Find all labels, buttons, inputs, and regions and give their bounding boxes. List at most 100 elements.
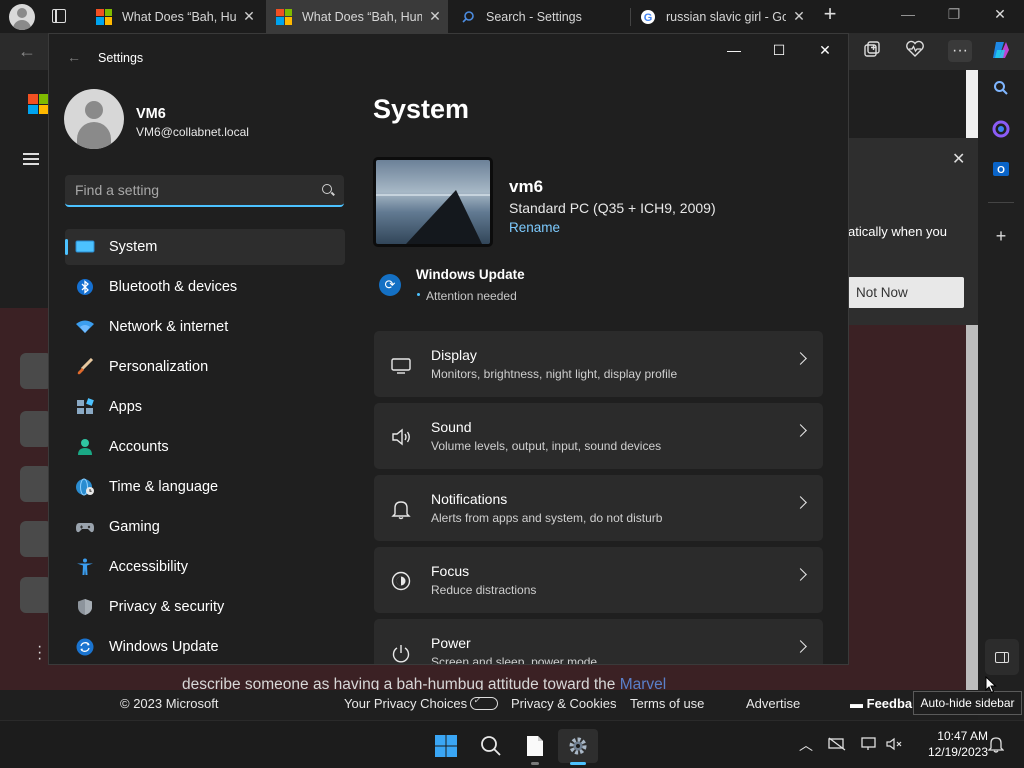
minimize-button[interactable]: —: [888, 6, 928, 22]
nav-item-apps[interactable]: Apps: [65, 389, 345, 425]
svg-text:O: O: [997, 165, 1005, 176]
mouse-cursor-icon: [985, 676, 997, 694]
system-icon: [75, 240, 95, 253]
window-title: Settings: [98, 51, 144, 65]
windows-update-icon[interactable]: ⟳: [379, 274, 401, 296]
browser-tab[interactable]: What Does “Bah, Hum ✕: [86, 0, 262, 33]
network-disconnected-icon[interactable]: [828, 737, 846, 751]
more-icon[interactable]: · · ·: [37, 639, 42, 667]
browser-essentials-icon[interactable]: [904, 40, 926, 62]
nav-item-personalization[interactable]: Personalization: [65, 349, 345, 385]
popup-text: atically when you: [848, 224, 947, 239]
network-icon[interactable]: [861, 737, 879, 751]
settings-window: ← Settings — ☐ ✕ VM6 VM6@collabnet.local…: [48, 33, 849, 665]
settings-titlebar: ← Settings — ☐ ✕: [49, 34, 848, 78]
rename-link[interactable]: Rename: [509, 220, 560, 235]
collections-icon[interactable]: [861, 40, 883, 62]
close-icon[interactable]: ✕: [952, 149, 965, 169]
page-footer: © 2023 Microsoft Your Privacy Choices Pr…: [0, 690, 978, 720]
search-icon[interactable]: [322, 184, 332, 194]
wifi-icon: [76, 320, 94, 333]
chevron-up-icon[interactable]: ︿: [799, 735, 813, 755]
taskbar-settings-app[interactable]: [558, 729, 598, 765]
brush-icon: [77, 358, 94, 375]
apps-icon: [77, 398, 94, 414]
card-title: Power: [431, 635, 471, 651]
svg-text:G: G: [644, 12, 653, 24]
taskbar-search-button[interactable]: [471, 729, 511, 763]
new-tab-button[interactable]: +: [818, 3, 842, 27]
minimize-button[interactable]: —: [719, 42, 749, 58]
profile-avatar[interactable]: [9, 4, 35, 30]
maximize-button[interactable]: ☐: [764, 42, 794, 59]
browser-tab[interactable]: G russian slavic girl - Go ✕: [630, 0, 812, 33]
copilot-sidebar-icon[interactable]: [990, 120, 1012, 142]
windows-update-title[interactable]: Windows Update: [416, 267, 525, 282]
auto-hide-sidebar-button[interactable]: [985, 639, 1019, 675]
status-dot: [417, 293, 420, 296]
speaker-icon: [392, 428, 410, 446]
running-indicator: [570, 762, 586, 765]
microsoft-logo-icon: [276, 8, 292, 25]
settings-search[interactable]: [65, 175, 344, 207]
volume-muted-icon[interactable]: [886, 737, 904, 751]
settings-card-focus[interactable]: Focus Reduce distractions: [374, 547, 823, 613]
not-now-button[interactable]: Not Now: [848, 277, 964, 308]
add-icon[interactable]: +: [990, 225, 1012, 247]
close-tab-icon[interactable]: ✕: [786, 8, 812, 25]
notification-bell-icon[interactable]: [988, 736, 1004, 753]
terms-link[interactable]: Terms of use: [630, 696, 704, 711]
privacy-cookies-link[interactable]: Privacy & Cookies: [511, 696, 616, 711]
nav-item-system[interactable]: System: [65, 229, 345, 265]
globe-clock-icon: [76, 478, 94, 496]
nav-item-gaming[interactable]: Gaming: [65, 509, 345, 545]
feedback-button[interactable]: ▬ Feedba: [850, 696, 912, 711]
settings-card-power[interactable]: Power Screen and sleep, power mode: [374, 619, 823, 664]
tab-actions-icon[interactable]: [52, 9, 66, 23]
search-input[interactable]: [65, 175, 305, 205]
chevron-right-icon: [794, 352, 807, 365]
nav-item-accounts[interactable]: Accounts: [65, 429, 345, 465]
advertise-link[interactable]: Advertise: [746, 696, 800, 711]
gear-icon: [569, 737, 587, 755]
search-icon[interactable]: [990, 80, 1012, 102]
system-clock[interactable]: 10:47 AM 12/19/2023: [912, 728, 988, 760]
settings-card-notifications[interactable]: Notifications Alerts from apps and syste…: [374, 475, 823, 541]
user-avatar[interactable]: [64, 89, 124, 149]
browser-tab-active[interactable]: What Does “Bah, Hum ✕: [266, 0, 448, 33]
nav-item-accessibility[interactable]: Accessibility: [65, 549, 345, 585]
microsoft-logo-icon[interactable]: [28, 94, 48, 114]
power-icon: [392, 645, 410, 663]
nav-label: Gaming: [109, 519, 160, 535]
nav-item-time-language[interactable]: Time & language: [65, 469, 345, 505]
nav-label: System: [109, 239, 158, 255]
monitor-icon: [391, 358, 411, 374]
close-window-button[interactable]: ✕: [980, 6, 1020, 23]
nav-label: Windows Update: [109, 639, 219, 655]
nav-item-bluetooth[interactable]: Bluetooth & devices: [65, 269, 345, 305]
settings-card-display[interactable]: Display Monitors, brightness, night ligh…: [374, 331, 823, 397]
browser-tab[interactable]: Search - Settings: [450, 0, 628, 33]
copilot-icon[interactable]: [990, 40, 1012, 62]
copyright: © 2023 Microsoft: [120, 696, 219, 711]
browser-tab-bar: What Does “Bah, Hum ✕ What Does “Bah, Hu…: [0, 0, 1024, 33]
nav-item-network[interactable]: Network & internet: [65, 309, 345, 345]
privacy-choices-link[interactable]: Your Privacy Choices: [344, 695, 499, 711]
back-arrow-icon[interactable]: ←: [67, 49, 81, 65]
start-button[interactable]: [426, 729, 466, 763]
back-arrow-icon[interactable]: ←: [18, 41, 36, 62]
settings-card-sound[interactable]: Sound Volume levels, output, input, soun…: [374, 403, 823, 469]
taskbar: ︿ 10:47 AM 12/19/2023: [0, 720, 1024, 768]
nav-item-windows-update[interactable]: Windows Update: [65, 629, 345, 664]
close-button[interactable]: ✕: [810, 42, 840, 59]
restore-button[interactable]: ❐: [934, 6, 974, 23]
outlook-icon[interactable]: O: [990, 160, 1012, 182]
more-options-icon[interactable]: ···: [948, 40, 972, 62]
feedback-icon: ▬: [850, 696, 867, 711]
nav-item-privacy[interactable]: Privacy & security: [65, 589, 345, 625]
close-tab-icon[interactable]: ✕: [236, 8, 262, 25]
close-tab-icon[interactable]: ✕: [422, 8, 448, 25]
hamburger-menu-icon[interactable]: [23, 153, 39, 168]
search-icon: [462, 10, 474, 23]
taskbar-file-app[interactable]: [515, 729, 555, 765]
